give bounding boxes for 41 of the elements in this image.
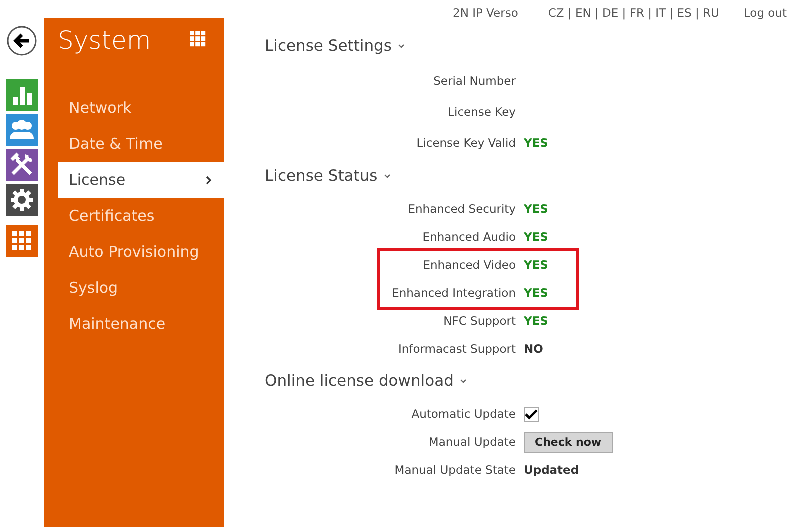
field-label: Enhanced Integration	[391, 286, 516, 300]
device-name: 2N IP Verso	[453, 6, 518, 22]
grid-icon[interactable]	[6, 225, 38, 257]
status-value: YES	[524, 230, 548, 244]
checkbox[interactable]	[524, 406, 539, 422]
status-value: YES	[524, 258, 548, 272]
field-label: Manual Update State	[394, 463, 516, 477]
field-label: License Key Valid	[416, 136, 516, 150]
status-value: YES	[524, 286, 548, 300]
back-icon[interactable]	[7, 26, 37, 56]
language-links[interactable]: CZ | EN | DE | FR | IT | ES | RU	[548, 6, 720, 28]
logout-link[interactable]: Log out	[744, 6, 787, 28]
users-icon[interactable]	[6, 114, 38, 146]
stats-icon[interactable]	[6, 79, 38, 111]
status-value: YES	[524, 202, 548, 216]
chevron-icon	[206, 176, 212, 184]
sidebar-item[interactable]: License	[58, 162, 224, 198]
field-label: Manual Update	[428, 435, 516, 449]
field-label: Enhanced Security	[407, 202, 516, 216]
section-heading[interactable]: License Settings	[265, 37, 392, 55]
section-heading[interactable]: License Status	[265, 167, 378, 185]
field-label: Informacast Support	[397, 342, 516, 356]
field-value: Updated	[524, 463, 580, 477]
caret-icon[interactable]	[384, 174, 391, 180]
field-label: NFC Support	[442, 314, 516, 328]
caret-icon[interactable]	[460, 379, 467, 384]
caret-icon[interactable]	[398, 44, 405, 50]
grid-icon[interactable]	[190, 30, 206, 46]
status-value: YES	[524, 314, 548, 328]
field-label: Serial Number	[432, 74, 516, 88]
tools-icon[interactable]	[6, 149, 38, 181]
status-value: NO	[524, 342, 544, 356]
field-label: Enhanced Video	[422, 258, 516, 272]
gear-icon[interactable]	[6, 184, 38, 216]
check-now-button[interactable]: Check now	[524, 432, 613, 452]
section-heading[interactable]: Online license download	[265, 372, 454, 390]
field-label: Automatic Update	[410, 407, 516, 421]
sidebar-title: System	[58, 26, 152, 55]
field-label: Enhanced Audio	[422, 230, 516, 244]
status-value: YES	[524, 136, 548, 150]
field-label: License Key	[447, 104, 516, 118]
